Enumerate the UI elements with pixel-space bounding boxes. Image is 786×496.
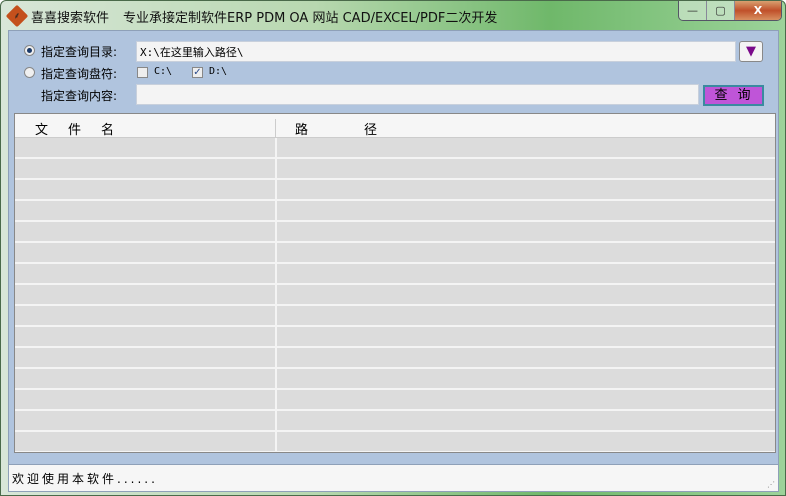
column-header-filename[interactable]: 文件名 [35,119,134,138]
triangle-down-icon: ▼ [746,44,756,59]
table-row[interactable] [15,243,775,264]
app-window: ⸙ 喜喜搜索软件 专业承接定制软件ERP PDM OA 网站 CAD/EXCEL/… [0,0,786,496]
column-header-path[interactable]: 路径 [295,119,433,138]
close-button[interactable]: X [735,1,781,20]
app-subtitle: 专业承接定制软件ERP PDM OA 网站 CAD/EXCEL/PDF二次开发 [123,11,498,26]
radio-drive[interactable] [24,67,35,78]
results-table[interactable]: 文件名 路径 [14,113,776,453]
table-row[interactable] [15,327,775,348]
table-row[interactable] [15,348,775,369]
content-label: 指定查询内容: [41,89,118,103]
directory-input[interactable]: X:\在这里输入路径\ [136,41,736,62]
c-drive-label: C:\ [154,66,173,77]
maximize-button[interactable]: ▢ [707,1,735,20]
window-title: 喜喜搜索软件 专业承接定制软件ERP PDM OA 网站 CAD/EXCEL/PD… [31,7,497,26]
app-logo-icon: ⸙ [5,4,29,28]
resize-grip-icon[interactable]: ⋰ [767,480,775,489]
table-row[interactable] [15,264,775,285]
checkbox-c-drive[interactable] [137,67,148,78]
table-row[interactable] [15,411,775,432]
table-row[interactable] [15,159,775,180]
title-bar: ⸙ 喜喜搜索软件 专业承接定制软件ERP PDM OA 网站 CAD/EXCEL/… [1,1,785,29]
d-drive-label: D:\ [209,66,228,77]
client-area: 指定查询目录: X:\在这里输入路径\ ▼ 指定查询盘符: C:\ ✓ D:\ … [8,30,779,492]
table-row[interactable] [15,138,775,159]
content-input[interactable] [136,84,699,105]
table-row[interactable] [15,390,775,411]
dropdown-button[interactable]: ▼ [739,41,763,62]
minimize-button[interactable]: — [679,1,707,20]
column-divider[interactable] [275,119,276,137]
drive-label: 指定查询盘符: [41,67,118,81]
checkbox-d-drive[interactable]: ✓ [192,67,203,78]
app-name: 喜喜搜索软件 [31,11,110,26]
table-row[interactable] [15,201,775,222]
table-row[interactable] [15,180,775,201]
column-line [275,138,277,452]
table-row[interactable] [15,432,775,452]
status-text: 欢迎使用本软件...... [12,472,158,486]
table-row[interactable] [15,369,775,390]
table-header: 文件名 路径 [15,114,775,138]
table-row[interactable] [15,306,775,327]
window-controls: — ▢ X [678,1,782,21]
dir-label: 指定查询目录: [41,45,118,59]
table-row[interactable] [15,285,775,306]
status-bar: 欢迎使用本软件...... ⋰ [9,464,778,491]
query-button[interactable]: 查询 [703,85,764,106]
table-row[interactable] [15,222,775,243]
radio-directory[interactable] [24,45,35,56]
